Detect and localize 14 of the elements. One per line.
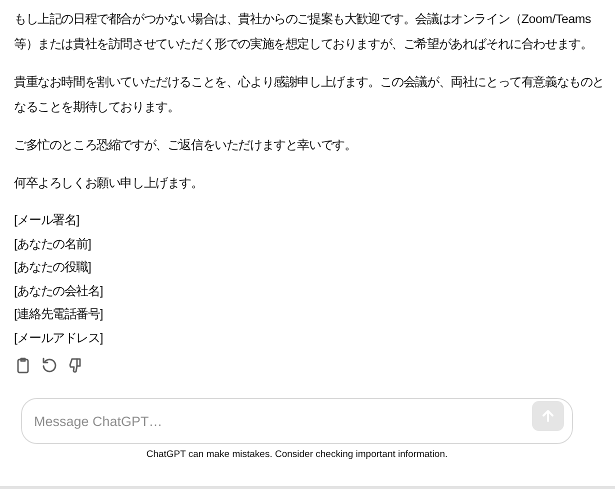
signature-line: [あなたの会社名] <box>14 282 104 300</box>
message-field[interactable]: Message ChatGPT… <box>21 398 573 444</box>
paragraph: 何卒よろしくお願い申し上げます。 <box>14 175 204 192</box>
up-arrow-icon <box>540 408 556 424</box>
signature-line: [メールアドレス] <box>14 330 104 347</box>
signature-line: [連絡先電話番号] <box>14 306 104 323</box>
signature-line: [メール署名] <box>14 212 80 229</box>
paragraph: もし上記の日程で都合がつかない場合は、貴社からのご提案も大歓迎です。会議はオンライン（Zoom/Teams等）または貴社を訪問させていただく形での実施を想定しておりますが、ご希望があればそれに合わせます。 <box>14 11 594 53</box>
regenerate-icon[interactable] <box>40 356 58 374</box>
signature-line: [あなたの役職] <box>14 259 92 276</box>
signature-line: [あなたの名前] <box>14 236 92 253</box>
paragraph: 貴重なお時間を割いていただけることを、心より感謝申し上げます。この会議が、両社にとって有意義なものとなることを期待しております。 <box>14 74 605 116</box>
disclaimer-text: ChatGPT can make mistakes. Consider checking important information. <box>145 448 449 462</box>
paragraph: ご多忙のところ恐縮ですが、ご返信をいただけますと幸いです。 <box>14 137 358 154</box>
